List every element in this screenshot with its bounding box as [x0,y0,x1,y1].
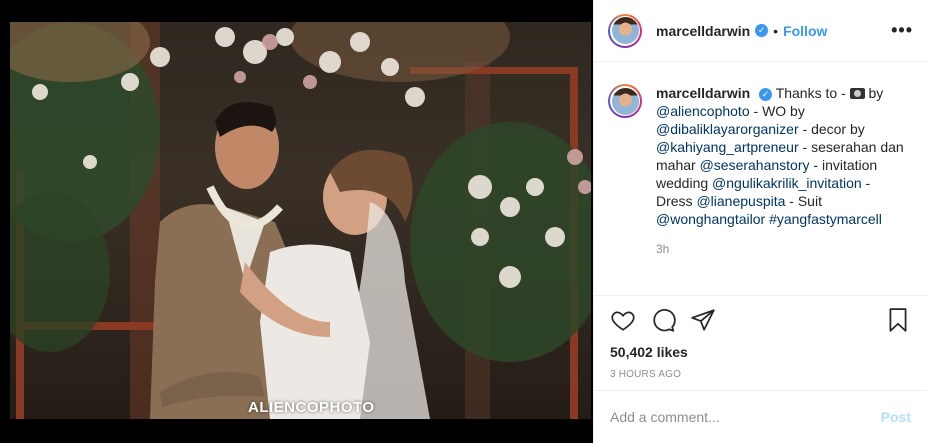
post-time[interactable]: 3 HOURS AGO [610,369,911,380]
post-photo-area: ALIENCOPHOTO [0,0,593,443]
post-actions: 50,402 likes 3 HOURS AGO [594,295,927,380]
follow-button[interactable]: Follow [783,23,827,39]
post-side-panel: marcelldarwin ✓ • Follow ••• marcelldarw… [593,0,927,443]
comments-section: marcelldarwin ✓ Thanks to - by @aliencop… [594,62,927,295]
author-username[interactable]: marcelldarwin [656,23,750,39]
mention-link[interactable]: @ngulikakrilik_invitation [712,175,862,191]
mention-link[interactable]: @lianepuspita [696,193,785,209]
caption-username[interactable]: marcelldarwin [656,85,750,101]
action-icons-row [610,296,911,344]
avatar-photo [611,17,639,44]
post-header: marcelldarwin ✓ • Follow ••• [594,0,927,62]
photo-watermark: ALIENCOPHOTO [248,399,375,416]
mention-link[interactable]: @seserahanstory [700,157,810,173]
more-options-icon[interactable]: ••• [891,20,913,41]
separator-dot: • [773,22,779,39]
caption-text: marcelldarwin ✓ Thanks to - by @aliencop… [656,84,906,228]
camera-emoji-icon [849,88,865,99]
author-avatar[interactable] [608,13,642,48]
caption-timestamp[interactable]: 3h [656,242,913,256]
avatar-photo [611,87,639,115]
caption-text-part: by [864,85,884,101]
verified-badge-icon: ✓ [755,24,769,37]
mention-link[interactable]: @kahiyang_artpreneur [656,139,799,155]
comment-icon[interactable] [650,307,676,333]
share-icon[interactable] [690,307,716,333]
heart-icon[interactable] [610,307,636,333]
caption-comment: marcelldarwin ✓ Thanks to - by @aliencop… [608,84,913,228]
caption-text-part: - WO by [749,103,805,119]
add-comment-bar: Post [594,390,927,443]
caption-author-avatar[interactable] [608,84,642,118]
bookmark-icon[interactable] [885,307,911,333]
likes-count[interactable]: 50,402 likes [610,344,911,360]
caption-text-part: - decor by [798,121,865,137]
wedding-photo[interactable]: ALIENCOPHOTO [10,22,591,419]
verified-badge-icon: ✓ [759,88,773,101]
caption-text-part: Thanks to - [775,85,850,101]
caption-text-part: - Suit [785,193,822,209]
post-comment-button[interactable]: Post [881,409,911,425]
mention-link[interactable]: @wonghangtailor [656,211,765,227]
mention-link[interactable]: @aliencophoto [656,103,750,119]
comment-input[interactable] [610,409,881,425]
mention-link[interactable]: @dibaliklayarorganizer [656,121,799,137]
hashtag-link[interactable]: #yangfastymarcell [769,211,882,227]
wedding-photo-illustration [10,22,591,419]
